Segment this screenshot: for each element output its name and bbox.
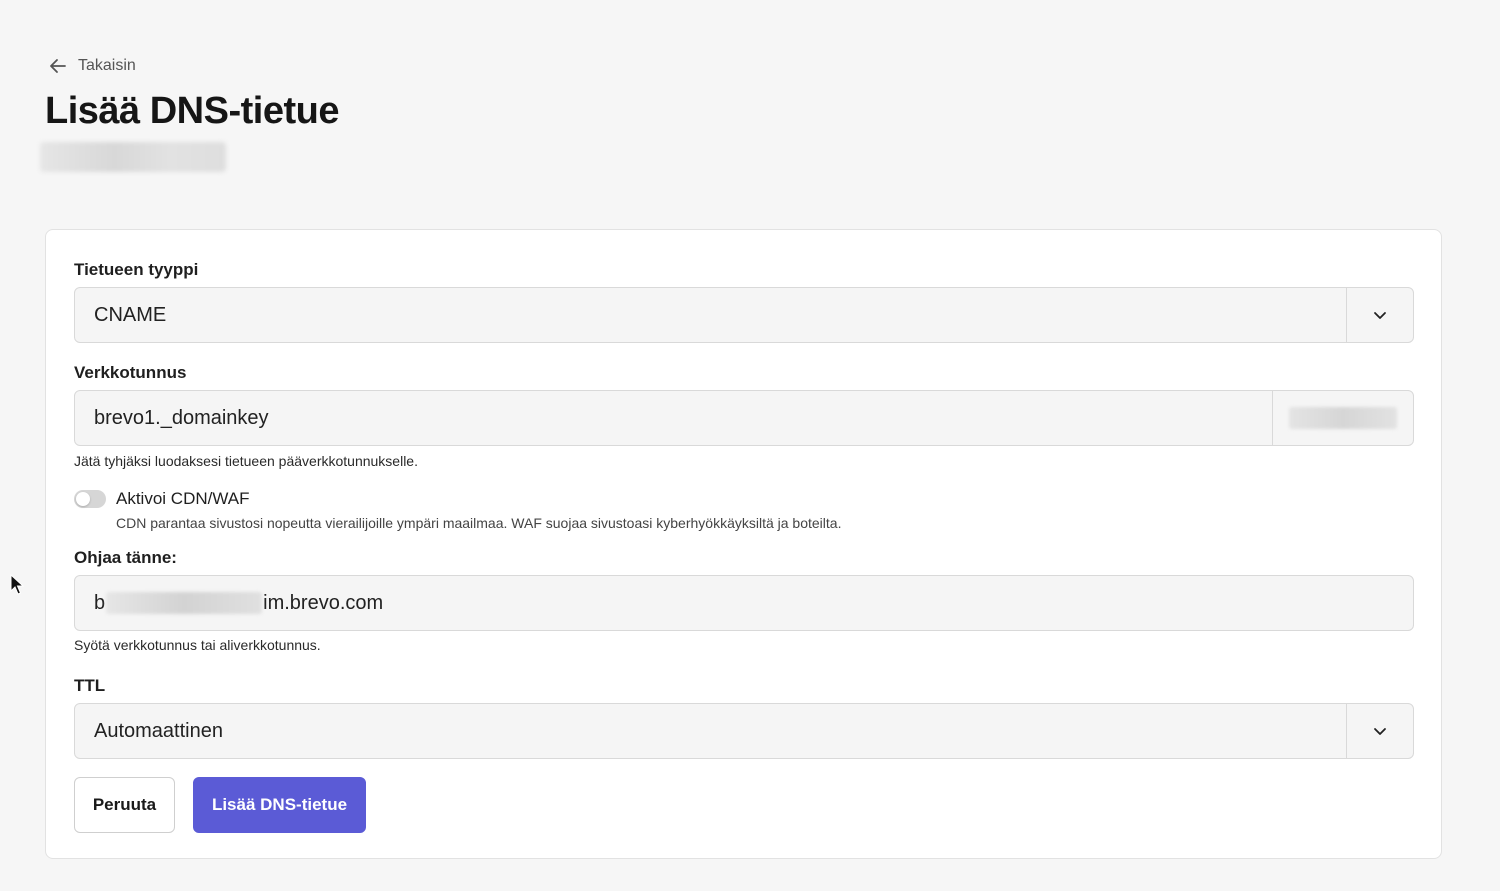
ttl-dropdown-button[interactable] — [1346, 704, 1413, 758]
toggle-knob — [76, 492, 90, 506]
redirect-value-end: im.brevo.com — [263, 591, 384, 614]
ttl-value: Automaattinen — [94, 719, 223, 742]
record-type-select[interactable]: CNAME — [74, 287, 1414, 343]
domain-label: Verkkotunnus — [74, 363, 187, 382]
redirect-label: Ohjaa tänne: — [74, 548, 177, 567]
add-dns-record-button[interactable]: Lisää DNS-tietue — [193, 777, 366, 833]
back-link-label: Takaisin — [78, 57, 136, 74]
redirect-input[interactable]: b im.brevo.com — [74, 575, 1414, 631]
dns-record-form-card: Tietueen tyyppi CNAME Verkkotunnus brevo… — [45, 229, 1442, 859]
domain-input[interactable]: brevo1._domainkey — [74, 390, 1414, 446]
redirect-input-value: b im.brevo.com — [75, 592, 383, 615]
arrow-left-icon — [50, 59, 66, 73]
page-title: Lisää DNS-tietue — [45, 90, 339, 132]
cdn-toggle-row: Aktivoi CDN/WAF — [74, 489, 250, 509]
cdn-toggle[interactable] — [74, 490, 106, 508]
back-link[interactable]: Takaisin — [48, 54, 136, 78]
domain-help-text: Jätä tyhjäksi luodaksesi tietueen pääver… — [74, 453, 418, 469]
chevron-down-icon — [1374, 728, 1386, 735]
blurred-domain-suffix — [1289, 407, 1397, 429]
record-type-label: Tietueen tyyppi — [74, 260, 199, 279]
cancel-button[interactable]: Peruuta — [74, 777, 175, 833]
ttl-label: TTL — [74, 676, 106, 695]
redirect-value-start: b — [94, 591, 106, 614]
cdn-toggle-label: Aktivoi CDN/WAF — [116, 489, 250, 508]
domain-suffix — [1272, 391, 1413, 445]
record-type-dropdown-button[interactable] — [1346, 288, 1413, 342]
redirect-help-text: Syötä verkkotunnus tai aliverkkotunnus. — [74, 637, 321, 653]
domain-input-value: brevo1._domainkey — [94, 406, 269, 429]
blurred-redirect-segment — [106, 592, 263, 614]
cdn-help-text: CDN parantaa sivustosi nopeutta vieraili… — [116, 515, 842, 531]
ttl-select[interactable]: Automaattinen — [74, 703, 1414, 759]
chevron-down-icon — [1374, 312, 1386, 319]
record-type-value: CNAME — [94, 303, 167, 326]
blurred-domain-subtitle — [40, 142, 226, 172]
mouse-pointer-icon — [10, 574, 24, 595]
